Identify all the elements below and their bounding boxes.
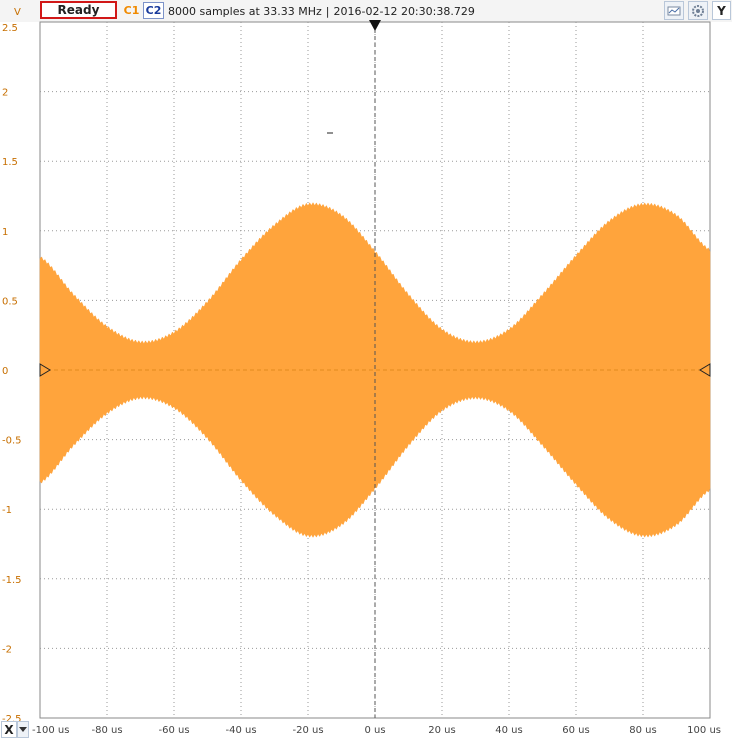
x-tick-label: 40 us xyxy=(495,725,522,736)
y-tick-label: -1 xyxy=(2,505,12,516)
x-tick-label: -100 us xyxy=(32,725,69,736)
x-tick-label: -60 us xyxy=(158,725,189,736)
y-tick-label: -1.5 xyxy=(2,575,22,586)
y-unit-label: V xyxy=(14,7,21,18)
x-tick-label: -40 us xyxy=(225,725,256,736)
y-tick-labels: 2.521.510.50-0.5-1-1.5-2-2.5 xyxy=(2,23,22,725)
x-tick-label: -20 us xyxy=(292,725,323,736)
y-tick-label: 0 xyxy=(2,366,8,377)
y-tick-label: 1 xyxy=(2,227,8,238)
x-tick-label: 100 us xyxy=(687,725,721,736)
y-tick-label: 1.5 xyxy=(2,157,18,168)
x-axis-button[interactable]: X xyxy=(1,721,17,738)
y-tick-label: -2 xyxy=(2,644,12,655)
x-tick-labels: -100 us -80 us -60 us -40 us -20 us 0 us 20 us… xyxy=(32,725,721,736)
scope-plot[interactable]: V 2.521.510.50-0.5-1-1.5-2-2.5 -100 us -8… xyxy=(0,0,732,740)
x-tick-label: 20 us xyxy=(428,725,455,736)
chevron-down-icon[interactable] xyxy=(17,721,29,738)
y-tick-label: 0.5 xyxy=(2,296,18,307)
x-tick-label: -80 us xyxy=(91,725,122,736)
y-tick-label: 2.5 xyxy=(2,23,18,34)
x-tick-label: 0 us xyxy=(364,725,385,736)
y-tick-label: 2 xyxy=(2,88,8,99)
x-tick-label: 80 us xyxy=(629,725,656,736)
y-tick-label: -0.5 xyxy=(2,436,22,447)
x-tick-label: 60 us xyxy=(562,725,589,736)
